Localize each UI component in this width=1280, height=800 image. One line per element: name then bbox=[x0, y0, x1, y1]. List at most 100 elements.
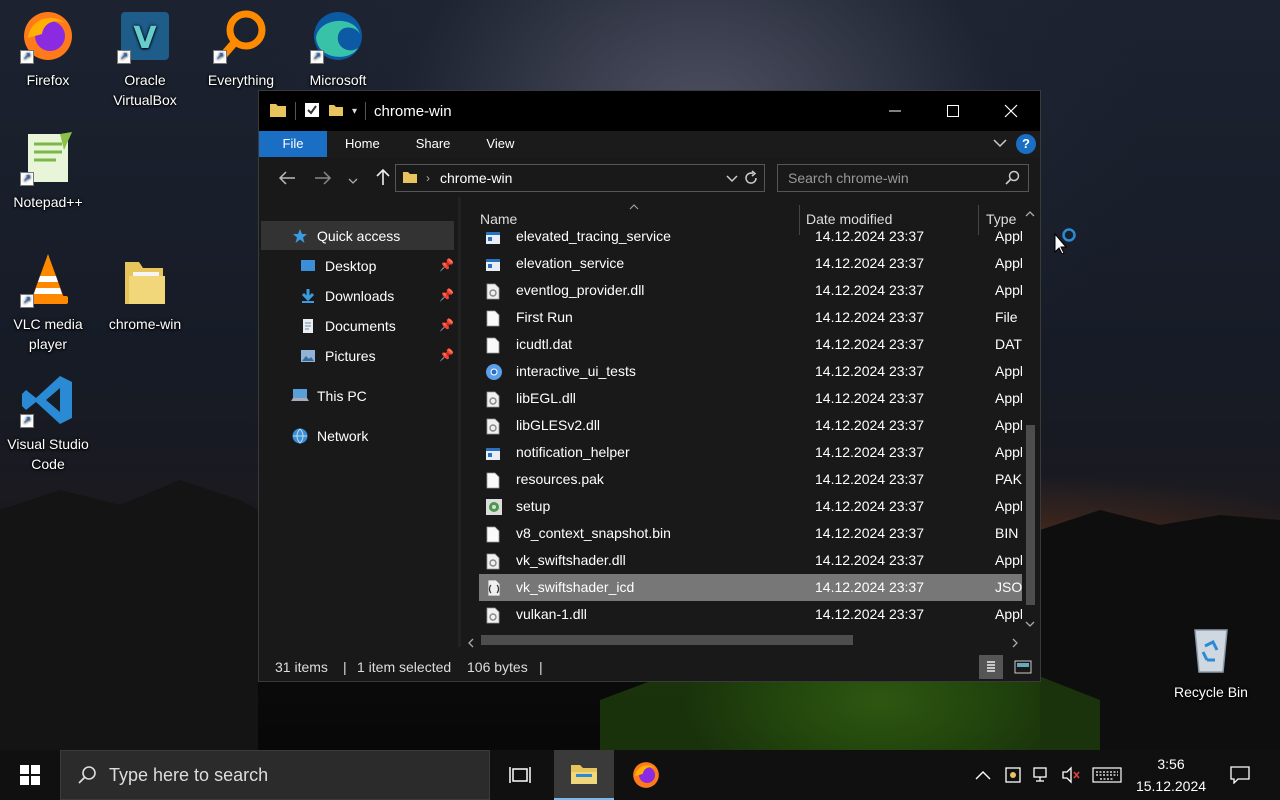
file-name: vk_swiftshader.dll bbox=[516, 552, 626, 568]
nav-desktop[interactable]: Desktop bbox=[299, 252, 376, 280]
nav-label: Pictures bbox=[325, 348, 376, 364]
firefox-icon: ↗ bbox=[20, 8, 76, 64]
address-dropdown-icon[interactable] bbox=[726, 171, 738, 187]
tray-network-icon[interactable] bbox=[1030, 750, 1056, 800]
file-row[interactable]: First Run 14.12.2024 23:37 File bbox=[479, 304, 1023, 331]
vertical-scrollbar[interactable] bbox=[1022, 205, 1039, 631]
file-row-selected[interactable]: vk_swiftshader_icd 14.12.2024 23:37 JSON bbox=[479, 574, 1032, 601]
tab-home[interactable]: Home bbox=[327, 131, 398, 157]
file-name: v8_context_snapshot.bin bbox=[516, 525, 671, 541]
nav-pictures[interactable]: Pictures bbox=[299, 342, 376, 370]
nav-label: This PC bbox=[317, 388, 367, 404]
tray-volume-muted-icon[interactable] bbox=[1058, 750, 1084, 800]
forward-button[interactable] bbox=[307, 169, 339, 190]
nav-this-pc[interactable]: This PC bbox=[291, 382, 367, 410]
pin-icon[interactable]: 📌 bbox=[439, 288, 454, 302]
tray-clock[interactable]: 3:56 15.12.2024 bbox=[1128, 753, 1214, 797]
file-name: notification_helper bbox=[516, 444, 630, 460]
desktop-icon-virtualbox[interactable]: V ↗ Oracle VirtualBox bbox=[97, 8, 193, 110]
refresh-icon[interactable] bbox=[742, 169, 760, 190]
desktop-icon-vscode[interactable]: ↗ Visual Studio Code bbox=[0, 372, 96, 474]
new-folder-icon[interactable] bbox=[328, 102, 344, 121]
horizontal-scroll-thumb[interactable] bbox=[481, 635, 853, 645]
notepadpp-icon: ↗ bbox=[20, 130, 76, 186]
tray-security-icon[interactable] bbox=[1000, 750, 1026, 800]
desktop-icon-everything[interactable]: ↗ Everything bbox=[193, 8, 289, 90]
show-hidden-icons-button[interactable] bbox=[970, 750, 996, 800]
nav-quick-access[interactable]: Quick access bbox=[291, 222, 400, 250]
tray-keyboard-icon[interactable] bbox=[1090, 750, 1124, 800]
nav-downloads[interactable]: Downloads bbox=[299, 282, 394, 310]
pin-icon[interactable]: 📌 bbox=[439, 258, 454, 272]
desktop-icon-firefox[interactable]: ↗ Firefox bbox=[0, 8, 96, 90]
task-view-button[interactable] bbox=[496, 750, 544, 800]
scroll-down-arrow[interactable] bbox=[1025, 615, 1035, 631]
tab-share[interactable]: Share bbox=[398, 131, 469, 157]
file-row[interactable]: vk_swiftshader.dll 14.12.2024 23:37 Appli bbox=[479, 547, 1026, 574]
vertical-scroll-thumb[interactable] bbox=[1026, 425, 1035, 605]
address-bar[interactable]: › chrome-win bbox=[395, 164, 765, 192]
file-row[interactable]: setup 14.12.2024 23:37 Appli bbox=[479, 493, 1026, 520]
file-row[interactable]: vulkan-1.dll 14.12.2024 23:37 Appli bbox=[479, 601, 1026, 628]
file-row[interactable]: resources.pak 14.12.2024 23:37 PAK F bbox=[479, 466, 1034, 493]
back-button[interactable] bbox=[271, 169, 303, 190]
file-row[interactable]: eventlog_provider.dll 14.12.2024 23:37 App… bbox=[479, 277, 1026, 304]
nav-documents[interactable]: Documents bbox=[299, 312, 396, 340]
search-input[interactable]: Search chrome-win bbox=[777, 164, 1029, 192]
title-bar[interactable]: ▾ chrome-win bbox=[259, 91, 1040, 131]
close-button[interactable] bbox=[982, 91, 1040, 131]
recent-locations-button[interactable] bbox=[343, 169, 363, 190]
file-date-modified: 14.12.2024 23:37 bbox=[815, 282, 924, 298]
file-list[interactable]: Name Date modified Type elevated_tracing… bbox=[467, 197, 1041, 647]
help-button[interactable]: ? bbox=[1016, 134, 1036, 154]
tab-file[interactable]: File bbox=[259, 131, 327, 157]
horizontal-scrollbar[interactable] bbox=[467, 631, 1022, 648]
nav-network[interactable]: Network bbox=[291, 422, 368, 450]
file-row[interactable]: libGLESv2.dll 14.12.2024 23:37 Appli bbox=[479, 412, 1026, 439]
desktop-icon-microsoft-edge[interactable]: ↗ Microsoft bbox=[290, 8, 386, 90]
clock-time: 3:56 bbox=[1157, 756, 1185, 772]
action-center-button[interactable] bbox=[1222, 750, 1258, 800]
search-icon[interactable] bbox=[1004, 170, 1020, 189]
explorer-window[interactable]: ▾ chrome-win File Home Share View ? › ch… bbox=[258, 90, 1041, 682]
taskbar-search-input[interactable]: Type here to search bbox=[60, 750, 490, 800]
desktop-icon-recycle-bin[interactable]: Recycle Bin bbox=[1163, 620, 1259, 702]
maximize-button[interactable] bbox=[924, 91, 982, 131]
file-row[interactable]: libEGL.dll 14.12.2024 23:37 Appli bbox=[479, 385, 1026, 412]
desktop-icon-chrome-win[interactable]: chrome-win bbox=[97, 252, 193, 334]
details-view-button[interactable] bbox=[979, 655, 1003, 679]
file-row[interactable]: elevation_service 14.12.2024 23:37 Appli bbox=[479, 250, 1026, 277]
status-size: 106 bytes bbox=[467, 659, 528, 675]
search-placeholder: Search chrome-win bbox=[788, 170, 909, 186]
taskbar-firefox[interactable] bbox=[618, 750, 674, 800]
desktop-icon-label: chrome-win bbox=[108, 316, 182, 332]
start-button[interactable] bbox=[0, 750, 60, 800]
file-row[interactable]: elevated_tracing_service 14.12.2024 23:37… bbox=[479, 223, 1026, 250]
file-row[interactable]: icudtl.dat 14.12.2024 23:37 DAT F bbox=[479, 331, 1034, 358]
desktop-icon-notepadpp[interactable]: ↗ Notepad++ bbox=[0, 130, 96, 212]
pin-icon[interactable]: 📌 bbox=[439, 348, 454, 362]
file-row[interactable]: v8_context_snapshot.bin 14.12.2024 23:37 B… bbox=[479, 520, 1031, 547]
large-icons-view-button[interactable] bbox=[1011, 655, 1035, 679]
chevron-down-icon[interactable]: ▾ bbox=[352, 106, 357, 117]
file-row[interactable]: interactive_ui_tests 14.12.2024 23:37 Appl… bbox=[479, 358, 1026, 385]
file-icon bbox=[485, 525, 501, 543]
desktop-icon-label: Notepad++ bbox=[13, 194, 83, 210]
properties-icon[interactable] bbox=[304, 102, 320, 121]
file-row[interactable]: notification_helper 14.12.2024 23:37 Appli bbox=[479, 439, 1026, 466]
status-selected: 1 item selected bbox=[357, 659, 452, 675]
desktop-icon-vlc[interactable]: ↗ VLC media player bbox=[0, 252, 96, 354]
taskbar-file-explorer[interactable] bbox=[554, 750, 614, 800]
firefox-icon bbox=[633, 762, 659, 788]
scroll-up-arrow[interactable] bbox=[1025, 205, 1035, 221]
setup-icon bbox=[485, 498, 502, 515]
tab-view[interactable]: View bbox=[468, 131, 532, 157]
address-path[interactable]: chrome-win bbox=[440, 170, 512, 186]
expand-ribbon-icon[interactable] bbox=[992, 136, 1008, 152]
minimize-button[interactable] bbox=[866, 91, 924, 131]
pin-icon[interactable]: 📌 bbox=[439, 318, 454, 332]
pane-splitter[interactable] bbox=[458, 197, 461, 647]
chevron-right-icon[interactable]: › bbox=[426, 171, 430, 185]
scroll-left-arrow[interactable] bbox=[467, 635, 475, 651]
scroll-right-arrow[interactable] bbox=[1011, 635, 1019, 651]
